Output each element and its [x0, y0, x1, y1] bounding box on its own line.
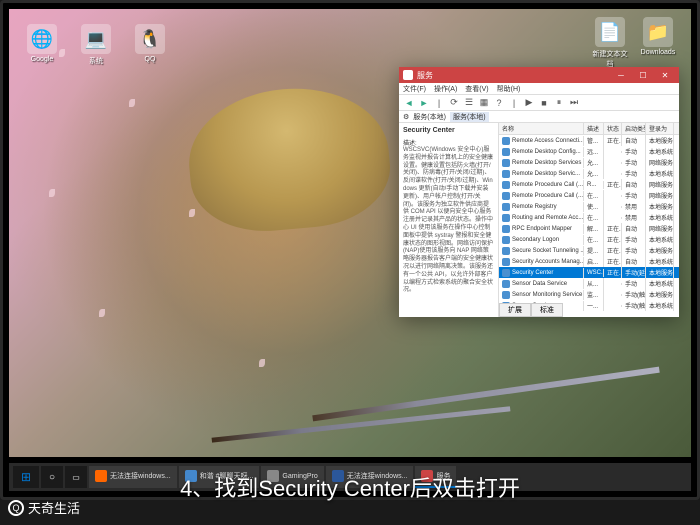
service-row[interactable]: Remote Desktop Services 允... 手动 网络服务: [499, 157, 679, 168]
gear-icon: [502, 236, 510, 244]
breadcrumb-current[interactable]: 服务(本地): [450, 112, 489, 122]
gear-icon: [502, 225, 510, 233]
service-row[interactable]: Routing and Remote Acc... 在... 禁用 本地系统: [499, 212, 679, 223]
description-panel: Security Center 描述: WSCSVC(Windows 安全中心)…: [399, 123, 499, 317]
column-header[interactable]: 描述: [584, 123, 604, 134]
gear-icon: [502, 148, 510, 156]
service-row[interactable]: Remote Procedure Call (... 在... 手动 网络服务: [499, 190, 679, 201]
menu-item[interactable]: 文件(F): [403, 84, 426, 94]
service-row[interactable]: Remote Registry 使... 禁用 本地服务: [499, 201, 679, 212]
app-icon: [403, 70, 413, 80]
service-row[interactable]: Security Accounts Manag... 启... 正在... 自动…: [499, 256, 679, 267]
titlebar[interactable]: 服务 ─ ☐ ✕: [399, 67, 679, 83]
pause-icon[interactable]: ⏸: [553, 97, 565, 109]
toolbar: ◄ ► | ⟳ ☰ ▦ ? | ▶ ■ ⏸ ⏭: [399, 95, 679, 111]
tutorial-caption: 4、找到Security Center后双击打开: [0, 467, 700, 507]
gear-icon: [502, 280, 510, 288]
gear-icon: [502, 269, 510, 277]
export-icon[interactable]: ▦: [478, 97, 490, 109]
desktop-icon[interactable]: 🌐Google: [24, 24, 60, 66]
tab-standard[interactable]: 标准: [531, 303, 563, 317]
services-window: 服务 ─ ☐ ✕ 文件(F) 操作(A) 查看(V) 帮助(H) ◄ ► | ⟳ ☰ …: [399, 67, 679, 317]
toolbar-sep: |: [433, 97, 445, 109]
play-icon[interactable]: ▶: [523, 97, 535, 109]
gear-icon: [502, 181, 510, 189]
services-list[interactable]: Remote Access Connecti... 管... 正在... 自动 …: [499, 135, 679, 311]
desktop-icon[interactable]: 💻系统: [78, 24, 114, 66]
forward-button[interactable]: ►: [418, 97, 430, 109]
gear-icon: [502, 203, 510, 211]
menu-item[interactable]: 帮助(H): [497, 84, 521, 94]
desc-label: 描述:: [403, 138, 494, 147]
column-header[interactable]: 名称: [499, 123, 584, 134]
stop-icon[interactable]: ■: [538, 97, 550, 109]
monitor-frame: 🌐Google 💻系统 🐧QQ 📄 新建文本文档 📁 Downloads 服务 ─ …: [0, 0, 700, 500]
service-row[interactable]: Sensor Data Service 从... 手动 本地系统: [499, 278, 679, 289]
watermark: Q 天奇生活: [8, 498, 80, 517]
gear-icon: [502, 247, 510, 255]
gear-icon: [502, 137, 510, 145]
gear-icon: [502, 170, 510, 178]
tree-icon[interactable]: ⚙: [403, 113, 409, 121]
service-row[interactable]: Remote Access Connecti... 管... 正在... 自动 …: [499, 135, 679, 146]
props-icon[interactable]: ☰: [463, 97, 475, 109]
desktop-icon[interactable]: 🐧QQ: [132, 24, 168, 66]
column-header[interactable]: 登录为: [646, 123, 674, 134]
service-row[interactable]: Sensor Monitoring Service 监... 手动(触发... …: [499, 289, 679, 300]
tab-extended[interactable]: 扩展: [499, 303, 531, 317]
service-row[interactable]: Remote Procedure Call (... R... 正在... 自动…: [499, 179, 679, 190]
gear-icon: [502, 159, 510, 167]
service-row[interactable]: Secondary Logon 在... 正在... 手动 本地系统: [499, 234, 679, 245]
gear-icon: [502, 258, 510, 266]
watermark-text: 天奇生活: [28, 498, 80, 517]
column-header[interactable]: 启动类型: [622, 123, 646, 134]
column-header[interactable]: 状态: [604, 123, 622, 134]
service-row[interactable]: Remote Desktop Config... 远... 手动 本地系统: [499, 146, 679, 157]
close-button[interactable]: ✕: [655, 69, 675, 81]
menu-item[interactable]: 查看(V): [465, 84, 488, 94]
desktop-icon-downloads[interactable]: 📁 Downloads: [640, 17, 676, 69]
view-tabs: 扩展 标准: [499, 303, 563, 317]
minimize-button[interactable]: ─: [611, 69, 631, 81]
help-icon[interactable]: ?: [493, 97, 505, 109]
gear-icon: [502, 291, 510, 299]
breadcrumb: ⚙ 服务(本地) 服务(本地): [399, 111, 679, 123]
gear-icon: [502, 214, 510, 222]
service-description: WSCSVC(Windows 安全中心)服务监视并报告计算机上的安全健康设置。健…: [403, 147, 494, 295]
content-area: Security Center 描述: WSCSVC(Windows 安全中心)…: [399, 123, 679, 317]
services-list-panel: 名称描述状态启动类型登录为 Remote Access Connecti... …: [499, 123, 679, 317]
service-row[interactable]: Remote Desktop Servic... 允... 手动 本地系统: [499, 168, 679, 179]
service-row[interactable]: Security Center WSC... 正在... 手动(延迟... 本地…: [499, 267, 679, 278]
desktop-icons-right: 📄 新建文本文档 📁 Downloads: [592, 17, 676, 69]
refresh-icon[interactable]: ⟳: [448, 97, 460, 109]
gear-icon: [502, 192, 510, 200]
desktop-screen: 🌐Google 💻系统 🐧QQ 📄 新建文本文档 📁 Downloads 服务 ─ …: [9, 9, 691, 457]
back-button[interactable]: ◄: [403, 97, 415, 109]
selected-service-name: Security Center: [403, 127, 494, 134]
service-row[interactable]: Secure Socket Tunneling ... 提... 正在... 手…: [499, 245, 679, 256]
service-row[interactable]: RPC Endpoint Mapper 解... 正在... 自动 网络服务: [499, 223, 679, 234]
menu-item[interactable]: 操作(A): [434, 84, 457, 94]
menubar: 文件(F) 操作(A) 查看(V) 帮助(H): [399, 83, 679, 95]
restart-icon[interactable]: ⏭: [568, 97, 580, 109]
desktop-icons-left: 🌐Google 💻系统 🐧QQ: [24, 24, 168, 66]
desktop-icon-textdoc[interactable]: 📄 新建文本文档: [592, 17, 628, 69]
maximize-button[interactable]: ☐: [633, 69, 653, 81]
watermark-icon: Q: [8, 500, 24, 516]
breadcrumb-root[interactable]: 服务(本地): [413, 112, 446, 122]
window-title: 服务: [417, 70, 611, 81]
toolbar-sep-2: |: [508, 97, 520, 109]
column-headers: 名称描述状态启动类型登录为: [499, 123, 679, 135]
